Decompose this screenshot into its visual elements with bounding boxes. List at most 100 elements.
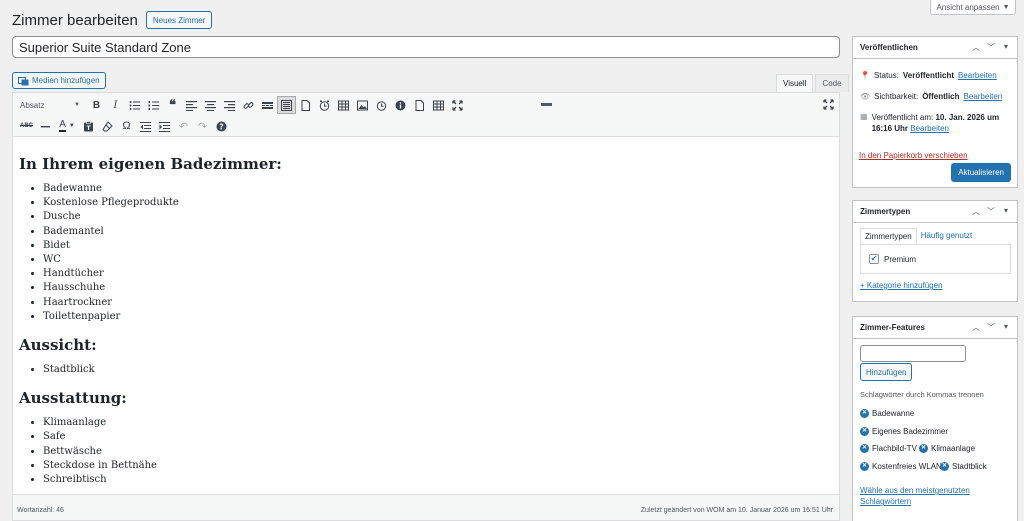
- document-icon[interactable]: [410, 96, 429, 114]
- content-heading: In Ihrem eigenen Badezimmer:: [19, 155, 282, 173]
- tab-popular-room-types[interactable]: Häufig genutzt: [917, 228, 977, 244]
- add-tag-button[interactable]: Hinzufügen: [860, 363, 913, 381]
- room-types-list: ✔ Premium: [860, 244, 1011, 274]
- numbered-list-icon[interactable]: [144, 96, 163, 114]
- collapse-icon[interactable]: ▾: [1002, 322, 1010, 333]
- tag-hint: Schlagwörter durch Kommas trennen: [860, 390, 984, 399]
- minus-icon: [541, 103, 552, 106]
- publish-date-text: Veröffentlicht am: 10. Jan. 2026 um 16:1…: [872, 112, 1000, 134]
- page-icon[interactable]: [296, 96, 315, 114]
- tag-label: Flachbild-TV: [872, 444, 917, 453]
- move-down-icon[interactable]: ﹀: [987, 42, 995, 53]
- table-icon[interactable]: [334, 96, 353, 114]
- image-icon[interactable]: [353, 96, 372, 114]
- list-item: Schreibtisch: [43, 473, 833, 487]
- remove-tag-icon[interactable]: ✕: [940, 462, 949, 471]
- collapse-icon[interactable]: ▾: [1002, 42, 1010, 53]
- status-value: Veröffentlicht: [902, 71, 954, 80]
- align-center-icon[interactable]: [201, 96, 220, 114]
- move-up-icon[interactable]: ︿: [972, 42, 980, 53]
- editor-content-area[interactable]: In Ihrem eigenen Badezimmer: BadewanneKos…: [13, 137, 839, 495]
- tag-item: ✕ Stadtblick: [940, 462, 987, 471]
- info-icon[interactable]: [391, 96, 410, 114]
- room-features-panel-header[interactable]: Zimmer-Features ︿ ﹀ ▾: [853, 317, 1017, 339]
- room-types-panel-header[interactable]: Zimmertypen ︿ ﹀ ▾: [853, 201, 1017, 223]
- strikethrough-icon[interactable]: ABC: [17, 117, 36, 135]
- italic-icon[interactable]: I: [106, 96, 125, 114]
- tag-item: ✕ Eigenes Badezimmer: [860, 427, 948, 436]
- tag-label: Badewanne: [872, 409, 915, 418]
- remove-tag-icon[interactable]: ✕: [860, 427, 869, 436]
- edit-status-link[interactable]: Bearbeiten: [958, 71, 997, 80]
- tag-label: Eigenes Badezimmer: [872, 427, 949, 436]
- remove-tag-icon[interactable]: ✕: [860, 462, 869, 471]
- help-icon[interactable]: ?: [212, 117, 231, 135]
- publish-panel-header[interactable]: Veröffentlichen ︿ ﹀ ▾: [853, 37, 1017, 59]
- edit-visibility-link[interactable]: Bearbeiten: [964, 92, 1003, 101]
- horizontal-line-icon[interactable]: [36, 117, 55, 135]
- choose-popular-tags-link[interactable]: Wähle aus den meistgenutzten Schlagwörte…: [860, 485, 990, 507]
- new-room-button[interactable]: Neues Zimmer: [145, 11, 213, 29]
- fullscreen-icon[interactable]: [821, 97, 835, 111]
- caret-down-icon: ▼: [1002, 3, 1010, 11]
- remove-tag-icon[interactable]: ✕: [919, 444, 928, 453]
- add-category-link[interactable]: + Kategorie hinzufügen: [860, 281, 943, 290]
- omega-icon[interactable]: Ω: [117, 117, 136, 135]
- post-title-input[interactable]: Superior Suite Standard Zone: [12, 36, 840, 58]
- undo-icon[interactable]: ↶: [174, 117, 193, 135]
- remove-tag-icon[interactable]: ✕: [860, 409, 869, 418]
- outdent-icon[interactable]: [136, 117, 155, 135]
- list-item: Toilettenpapier: [43, 310, 833, 324]
- grid-icon[interactable]: [429, 96, 448, 114]
- move-down-icon[interactable]: ﹀: [987, 322, 995, 333]
- content-list: KlimaanlageSafeBettwäscheSteckdose in Be…: [19, 416, 833, 487]
- paste-text-icon[interactable]: T: [79, 117, 98, 135]
- remove-tag-icon[interactable]: ✕: [860, 444, 869, 453]
- indent-icon[interactable]: [155, 117, 174, 135]
- bold-icon[interactable]: B: [87, 96, 106, 114]
- read-more-icon[interactable]: [258, 96, 277, 114]
- screen-options-toggle[interactable]: Ansicht anpassen ▼: [930, 0, 1016, 15]
- published-label: Veröffentlicht am:: [871, 113, 934, 122]
- eraser-icon[interactable]: [98, 117, 117, 135]
- blockquote-icon[interactable]: ❝: [163, 96, 182, 114]
- alarm-icon[interactable]: [372, 96, 391, 114]
- premium-checkbox[interactable]: ✔: [869, 254, 879, 264]
- toolbar-row-1: Absatz ▼ B I ❝: [17, 96, 467, 114]
- add-media-button[interactable]: Medien hinzufügen: [12, 72, 106, 89]
- bullet-list-icon[interactable]: [125, 96, 144, 114]
- published-value-time: 16:16 Uhr: [871, 124, 909, 133]
- tab-all-room-types[interactable]: Zimmertypen: [860, 228, 917, 244]
- update-button[interactable]: Aktualisieren: [951, 163, 1011, 182]
- toolbar-toggle-icon[interactable]: [277, 96, 296, 114]
- collapse-icon[interactable]: ▾: [1002, 206, 1010, 217]
- content-heading: Aussicht:: [19, 336, 97, 355]
- publish-panel: Veröffentlichen ︿ ﹀ ▾ 📍 Status: Veröffen…: [852, 36, 1018, 188]
- move-up-icon[interactable]: ︿: [972, 322, 980, 333]
- publish-panel-title: Veröffentlichen: [860, 43, 918, 52]
- tab-visual[interactable]: Visuell: [776, 74, 814, 92]
- align-left-icon[interactable]: [182, 96, 201, 114]
- edit-date-link[interactable]: Bearbeiten: [910, 124, 949, 133]
- list-item: Hausschuhe: [43, 281, 833, 295]
- list-item: Badewanne: [43, 182, 833, 196]
- link-icon[interactable]: [239, 96, 258, 114]
- room-types-panel: Zimmertypen ︿ ﹀ ▾ Zimmertypen Häufig gen…: [852, 200, 1018, 302]
- tag-input[interactable]: [860, 345, 966, 362]
- format-select-value: Absatz: [20, 100, 45, 110]
- tab-code[interactable]: Code: [815, 74, 849, 92]
- tag-item: ✕ Flachbild-TV: [860, 444, 917, 453]
- page-title: Zimmer bearbeiten: [12, 11, 138, 29]
- align-right-icon[interactable]: [220, 96, 239, 114]
- expand-icon[interactable]: [448, 96, 467, 114]
- redo-icon[interactable]: ↷: [193, 117, 212, 135]
- move-up-icon[interactable]: ︿: [972, 206, 980, 217]
- format-select[interactable]: Absatz ▼: [17, 98, 83, 112]
- text-color-icon[interactable]: A ▼: [55, 117, 79, 135]
- content-heading: Ausstattung:: [19, 389, 127, 408]
- move-down-icon[interactable]: ﹀: [987, 206, 995, 217]
- clock-icon[interactable]: [315, 96, 334, 114]
- panel-controls: ︿ ﹀ ▾: [972, 42, 1010, 53]
- list-item: Klimaanlage: [43, 416, 833, 430]
- trash-link[interactable]: In den Papierkorb verschieben: [859, 151, 968, 160]
